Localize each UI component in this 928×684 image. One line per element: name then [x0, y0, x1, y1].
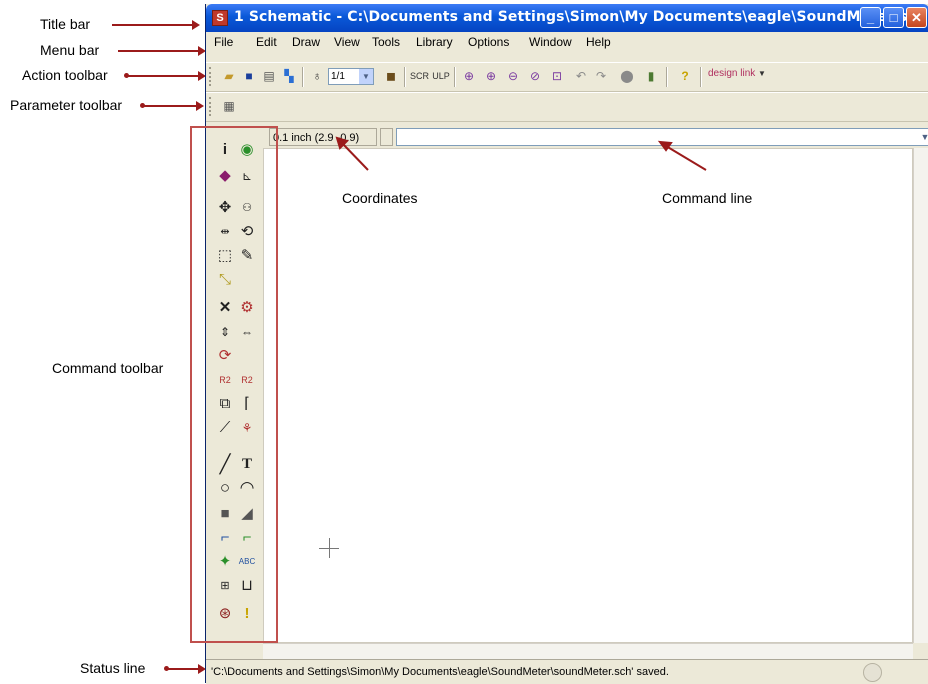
- menu-bar: File Edit Draw View Tools Library Option…: [206, 32, 928, 52]
- toolbar-separator: [454, 67, 456, 87]
- toolbar-separator: [302, 67, 304, 87]
- schematic-canvas[interactable]: [263, 148, 913, 643]
- maximize-button[interactable]: □: [883, 7, 904, 28]
- redo-icon[interactable]: ↷: [592, 67, 610, 85]
- menu-library[interactable]: Library: [416, 35, 453, 49]
- status-line: 'C:\Documents and Settings\Simon\My Docu…: [206, 659, 928, 684]
- menu-file[interactable]: File: [214, 35, 233, 49]
- chevron-down-icon[interactable]: ▼: [758, 69, 766, 78]
- stop-icon[interactable]: ⬤: [618, 67, 636, 85]
- script-icon[interactable]: SCR: [410, 67, 429, 85]
- minimize-button[interactable]: _: [860, 7, 881, 28]
- menu-help[interactable]: Help: [586, 35, 611, 49]
- status-line-arrow: [168, 664, 206, 674]
- action-toolbar-annotation: Action toolbar: [22, 67, 108, 83]
- chevron-down-icon[interactable]: ▼: [359, 69, 373, 84]
- menu-options[interactable]: Options: [468, 35, 509, 49]
- title-bar-arrow: [112, 20, 200, 30]
- coordinates-field: 0.1 inch (2.9 -0.9): [269, 128, 377, 146]
- undo-icon[interactable]: ↶: [572, 67, 590, 85]
- close-button[interactable]: ✕: [906, 7, 927, 28]
- title-bar[interactable]: S 1 Schematic - C:\Documents and Setting…: [206, 4, 928, 32]
- menu-window[interactable]: Window: [529, 35, 572, 49]
- sheet-combo-value: 1/1: [331, 71, 345, 82]
- menu-bar-arrow: [118, 46, 206, 56]
- open-icon[interactable]: ▰: [220, 67, 238, 85]
- go-icon[interactable]: ▮: [642, 67, 660, 85]
- print-icon[interactable]: ▤: [260, 67, 278, 85]
- coordinates-annotation: Coordinates: [342, 190, 418, 206]
- cam-processor-icon[interactable]: ▚: [280, 67, 298, 85]
- zoom-out-icon[interactable]: ⊖: [504, 67, 522, 85]
- parameter-toolbar-arrow: [144, 101, 204, 111]
- chevron-down-icon[interactable]: ▼: [918, 129, 928, 145]
- action-toolbar-grip[interactable]: [209, 67, 214, 86]
- redraw-icon[interactable]: ⊘: [526, 67, 544, 85]
- menu-edit[interactable]: Edit: [256, 35, 277, 49]
- ulp-icon[interactable]: ULP: [432, 67, 450, 85]
- toolbar-separator: [404, 67, 406, 87]
- designlink-label: design link: [708, 68, 756, 79]
- command-toolbar-annotation: Command toolbar: [52, 360, 164, 376]
- grid-toggle-box[interactable]: [380, 128, 393, 146]
- parameter-toolbar: ▦: [206, 92, 928, 122]
- schematic-app-icon[interactable]: S: [212, 10, 228, 26]
- save-icon[interactable]: ■: [240, 67, 258, 85]
- designlink-button[interactable]: design link ▼: [708, 68, 766, 79]
- menu-draw[interactable]: Draw: [292, 35, 320, 49]
- menu-tools[interactable]: Tools: [372, 35, 400, 49]
- menu-view[interactable]: View: [334, 35, 360, 49]
- title-bar-annotation: Title bar: [40, 16, 91, 32]
- zoom-in-icon[interactable]: ⊕: [482, 67, 500, 85]
- command-toolbar-highlight: [190, 126, 278, 643]
- grid-icon[interactable]: ▦: [220, 97, 238, 115]
- command-line-input[interactable]: ▼: [396, 128, 928, 146]
- horizontal-scrollbar[interactable]: [263, 643, 913, 660]
- crosshair-cursor-vertical: [329, 538, 330, 558]
- zoom-fit-icon[interactable]: ⊕: [460, 67, 478, 85]
- parameter-toolbar-annotation: Parameter toolbar: [10, 97, 123, 113]
- vertical-scrollbar[interactable]: [913, 148, 928, 643]
- window-title: 1 Schematic - C:\Documents and Settings\…: [234, 9, 928, 25]
- status-indicator: [863, 663, 882, 682]
- sheet-icon[interactable]: ♁: [308, 67, 326, 85]
- command-line-annotation: Command line: [662, 190, 753, 206]
- action-toolbar-arrow: [128, 71, 206, 81]
- parameter-toolbar-grip[interactable]: [209, 97, 214, 116]
- help-icon[interactable]: ?: [676, 67, 694, 85]
- toolbar-separator: [700, 67, 702, 87]
- board-switch-icon[interactable]: ◼: [382, 67, 400, 85]
- sheet-combo[interactable]: 1/1 ▼: [328, 68, 374, 85]
- zoom-select-icon[interactable]: ⊡: [548, 67, 566, 85]
- action-toolbar: ▰ ■ ▤ ▚ ♁ 1/1 ▼ ◼ SCR ULP ⊕ ⊕ ⊖ ⊘ ⊡ ↶ ↷ …: [206, 62, 928, 92]
- menu-bar-annotation: Menu bar: [40, 42, 100, 58]
- toolbar-separator: [666, 67, 668, 87]
- status-line-annotation: Status line: [80, 660, 146, 676]
- eagle-window: S 1 Schematic - C:\Documents and Setting…: [205, 4, 928, 684]
- status-text: 'C:\Documents and Settings\Simon\My Docu…: [211, 666, 669, 678]
